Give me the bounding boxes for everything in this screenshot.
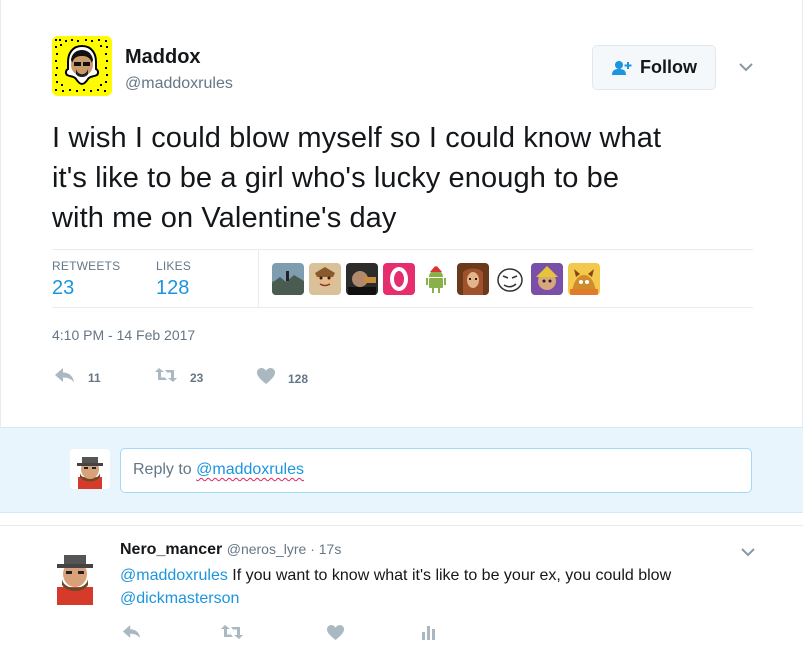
reply-icon: [54, 367, 76, 388]
analytics-button[interactable]: [422, 624, 436, 645]
liker-avatar[interactable]: [457, 263, 489, 295]
retweets-count: 23: [52, 277, 75, 299]
heart-icon: [326, 624, 345, 645]
mention-link[interactable]: @dickmasterson: [120, 590, 239, 607]
main-tweet: Maddox @maddoxrules Follow I wish I coul…: [0, 0, 803, 427]
reply-tweet-text: @maddoxrules If you want to know what it…: [120, 564, 760, 610]
divider: [52, 249, 753, 250]
like-button[interactable]: [326, 624, 345, 646]
reply-tweet-header: Nero_mancer @neros_lyre · 17s: [120, 541, 341, 559]
reply-author-handle[interactable]: @neros_lyre: [227, 541, 307, 557]
chevron-down-icon[interactable]: [738, 60, 754, 72]
reply-body: If you want to know what it's like to be…: [227, 567, 672, 584]
liker-avatar[interactable]: [568, 263, 600, 295]
chevron-down-icon[interactable]: [740, 545, 756, 557]
liker-avatars: [272, 263, 600, 295]
like-count: 128: [288, 371, 309, 386]
divider: [52, 307, 753, 308]
liker-avatar[interactable]: [383, 263, 415, 295]
reply-mention: @maddoxrules: [196, 461, 304, 478]
reply-prefix: Reply to: [133, 461, 197, 478]
liker-avatar[interactable]: [272, 263, 304, 295]
retweets-stat[interactable]: RETWEETS 23: [52, 259, 120, 300]
tweet-text: I wish I could blow myself so I could kn…: [52, 118, 772, 238]
mention-link[interactable]: @maddoxrules: [120, 567, 228, 584]
retweet-icon: [154, 367, 178, 388]
follow-user-icon: [611, 60, 633, 76]
likes-label: LIKES: [156, 259, 192, 273]
reply-author-avatar[interactable]: [51, 543, 99, 605]
liker-avatar[interactable]: [309, 263, 341, 295]
reply-tweet-actions: [120, 624, 450, 642]
retweets-label: RETWEETS: [52, 259, 121, 273]
heart-icon: [256, 367, 276, 390]
reply-time[interactable]: 17s: [319, 541, 342, 557]
follow-button[interactable]: Follow: [592, 45, 716, 90]
author-handle[interactable]: @maddoxrules: [125, 75, 233, 93]
tweet-text-line: with me on Valentine's day: [52, 202, 397, 234]
tweet-text-line: I wish I could blow myself so I could kn…: [52, 122, 662, 154]
retweet-button[interactable]: 23: [154, 367, 203, 388]
liker-avatar[interactable]: [420, 263, 452, 295]
reply-button[interactable]: [122, 624, 142, 644]
follow-label: Follow: [640, 57, 697, 77]
author-name[interactable]: Maddox: [125, 46, 201, 69]
retweet-button[interactable]: [220, 624, 244, 645]
retweet-count: 23: [190, 370, 204, 385]
like-button[interactable]: 128: [256, 367, 308, 390]
reply-author-name[interactable]: Nero_mancer: [120, 541, 222, 558]
reply-button[interactable]: 11: [54, 367, 101, 388]
reply-input[interactable]: Reply to @maddoxrules: [120, 448, 752, 493]
retweet-icon: [220, 625, 244, 644]
reply-count: 11: [88, 370, 101, 385]
divider: [258, 250, 259, 307]
liker-avatar[interactable]: [346, 263, 378, 295]
reply-separator: ·: [306, 541, 319, 557]
analytics-icon: [422, 626, 436, 644]
liker-avatar[interactable]: [494, 263, 526, 295]
current-user-avatar: [70, 449, 110, 489]
author-avatar[interactable]: [52, 36, 112, 96]
tweet-text-line: it's like to be a girl who's lucky enoug…: [52, 162, 620, 194]
tweet-timestamp[interactable]: 4:10 PM - 14 Feb 2017: [52, 327, 195, 343]
liker-avatar[interactable]: [531, 263, 563, 295]
likes-stat[interactable]: LIKES 128: [156, 259, 191, 300]
likes-count: 128: [156, 277, 190, 299]
reply-icon: [122, 625, 142, 643]
